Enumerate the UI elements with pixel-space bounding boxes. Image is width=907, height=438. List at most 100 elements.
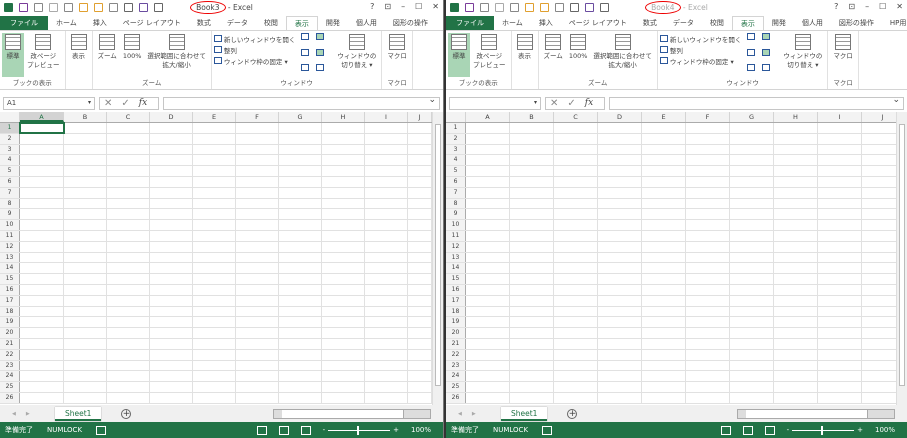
cell[interactable]	[686, 360, 730, 371]
cell[interactable]	[64, 349, 107, 360]
row-header[interactable]: 24	[446, 371, 466, 382]
cell[interactable]	[730, 274, 774, 284]
row-header[interactable]: 5	[0, 166, 20, 176]
cell[interactable]	[64, 252, 107, 263]
new-window-button[interactable]: 新しいウィンドウを開く	[659, 33, 741, 44]
row-header[interactable]: 7	[446, 187, 466, 198]
cell[interactable]	[686, 274, 730, 284]
cell[interactable]	[236, 274, 279, 284]
row-header[interactable]: 25	[446, 382, 466, 392]
cell[interactable]	[236, 123, 279, 133]
row-header[interactable]: 18	[446, 306, 466, 317]
sheet-nav-arrows[interactable]: ◀▶	[0, 411, 55, 417]
cell[interactable]	[642, 155, 686, 166]
cell[interactable]	[818, 187, 862, 198]
cell[interactable]	[554, 123, 598, 133]
cell[interactable]	[64, 306, 107, 317]
cell[interactable]	[774, 371, 818, 382]
row-header[interactable]: 20	[446, 328, 466, 338]
cell[interactable]	[554, 306, 598, 317]
cell[interactable]	[554, 263, 598, 274]
cell[interactable]	[365, 317, 408, 328]
cell[interactable]	[150, 382, 193, 392]
cell[interactable]	[365, 284, 408, 295]
cell[interactable]	[642, 295, 686, 306]
cell[interactable]	[365, 176, 408, 187]
cell[interactable]	[686, 306, 730, 317]
tab-3[interactable]: ページ レイアウト	[561, 16, 635, 30]
hide-button[interactable]	[747, 48, 756, 56]
scroll-thumb[interactable]	[899, 124, 905, 386]
cell[interactable]	[466, 220, 510, 230]
cell[interactable]	[107, 392, 150, 403]
cell[interactable]	[20, 209, 64, 220]
cell[interactable]	[598, 166, 642, 176]
cell[interactable]	[408, 360, 432, 371]
column-header-G[interactable]: G	[730, 112, 774, 122]
cell[interactable]	[322, 155, 365, 166]
column-header-C[interactable]: C	[107, 112, 150, 122]
row-header[interactable]: 5	[446, 166, 466, 176]
column-header-D[interactable]: D	[598, 112, 642, 122]
tab-0[interactable]: ファイル	[446, 16, 494, 30]
cell[interactable]	[774, 123, 818, 133]
cell[interactable]	[64, 166, 107, 176]
cell[interactable]	[554, 230, 598, 241]
cell[interactable]	[107, 241, 150, 252]
cell[interactable]	[107, 144, 150, 155]
cell[interactable]	[193, 295, 236, 306]
cell[interactable]	[279, 166, 322, 176]
cell[interactable]	[730, 166, 774, 176]
cell[interactable]	[64, 133, 107, 144]
cell[interactable]	[510, 220, 554, 230]
cell[interactable]	[20, 144, 64, 155]
cell[interactable]	[818, 155, 862, 166]
cell[interactable]	[365, 392, 408, 403]
row-header[interactable]: 18	[0, 306, 20, 317]
cell[interactable]	[20, 241, 64, 252]
cell[interactable]	[730, 263, 774, 274]
cell[interactable]	[774, 220, 818, 230]
cell[interactable]	[193, 144, 236, 155]
cell[interactable]	[554, 187, 598, 198]
cell[interactable]	[408, 274, 432, 284]
cell[interactable]	[510, 317, 554, 328]
row-header[interactable]: 4	[0, 155, 20, 166]
cell[interactable]	[730, 371, 774, 382]
cell[interactable]	[365, 155, 408, 166]
column-header-B[interactable]: B	[64, 112, 107, 122]
cell[interactable]	[193, 360, 236, 371]
cell[interactable]	[774, 284, 818, 295]
cell[interactable]	[774, 209, 818, 220]
page-break-preview-button[interactable]: 改ページ プレビュー	[24, 33, 63, 77]
cell[interactable]	[20, 328, 64, 338]
cell[interactable]	[107, 198, 150, 209]
cell[interactable]	[322, 166, 365, 176]
cell[interactable]	[642, 392, 686, 403]
cell[interactable]	[64, 155, 107, 166]
macro-button[interactable]: マクロ	[830, 33, 856, 77]
switch-windows-button[interactable]: ウィンドウの 切り替え ▾	[334, 33, 379, 77]
cell[interactable]	[686, 144, 730, 155]
cell[interactable]	[730, 155, 774, 166]
cell[interactable]	[193, 241, 236, 252]
cell[interactable]	[554, 220, 598, 230]
arrange-button[interactable]: 整列	[213, 44, 296, 55]
cell[interactable]	[64, 263, 107, 274]
maximize-button[interactable]: ☐	[415, 2, 422, 11]
cell[interactable]	[107, 349, 150, 360]
row-header[interactable]: 19	[0, 317, 20, 328]
cell[interactable]	[193, 187, 236, 198]
zoom-button[interactable]: ズーム	[541, 33, 566, 77]
cell[interactable]	[598, 328, 642, 338]
cell[interactable]	[554, 360, 598, 371]
cell[interactable]	[236, 328, 279, 338]
cell[interactable]	[642, 220, 686, 230]
cell[interactable]	[598, 230, 642, 241]
cell[interactable]	[322, 360, 365, 371]
select-all-corner[interactable]	[0, 112, 20, 122]
sheet-nav-arrows[interactable]: ◀▶	[446, 411, 501, 417]
name-box[interactable]	[449, 96, 541, 110]
cell[interactable]	[730, 317, 774, 328]
cell[interactable]	[774, 392, 818, 403]
